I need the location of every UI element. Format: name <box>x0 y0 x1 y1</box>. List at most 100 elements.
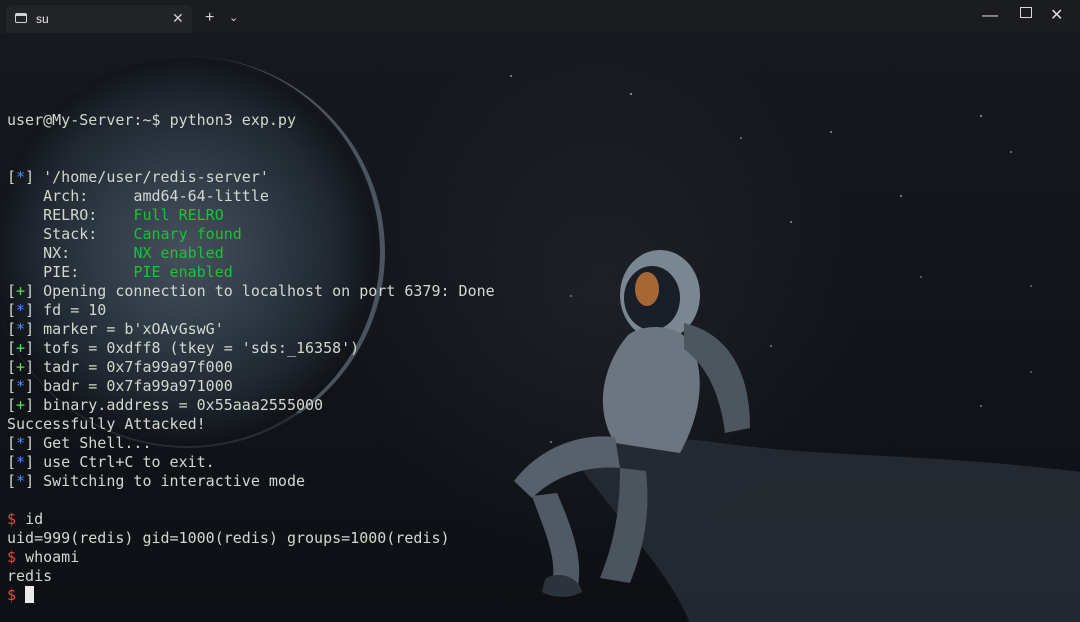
terminal-window: su ✕ + ⌄ — ✕ user@My-Server:~$ python3 e… <box>0 0 1080 622</box>
status-bracket-close: ] <box>25 339 44 357</box>
text-cursor[interactable] <box>25 586 35 603</box>
terminal-line: RELRO: Full RELRO <box>7 206 1067 225</box>
output-text: marker = b'xOAvGswG' <box>43 320 224 338</box>
terminal-line: PIE: PIE enabled <box>7 263 1067 282</box>
title-bar: su ✕ + ⌄ — ✕ <box>0 0 1080 33</box>
output-text: id <box>25 510 44 528</box>
minimize-button[interactable]: — <box>982 6 998 26</box>
terminal-line: [*] Switching to interactive mode <box>7 472 1067 491</box>
security-value: NX enabled <box>133 244 224 262</box>
output-text: use Ctrl+C to exit. <box>43 453 215 471</box>
status-bracket-close: ] <box>25 320 44 338</box>
security-label: PIE: <box>7 263 134 281</box>
tab-title: su <box>36 12 49 26</box>
terminal-line: [+] Opening connection to localhost on p… <box>7 282 1067 301</box>
security-value: Canary found <box>133 225 242 243</box>
status-marker: * <box>16 320 26 338</box>
status-bracket-close: ] <box>25 396 44 414</box>
status-bracket-open: [ <box>7 301 17 319</box>
close-icon[interactable]: ✕ <box>172 10 184 26</box>
status-bracket-close: ] <box>25 377 44 395</box>
terminal-line: [+] tadr = 0x7fa99a97f000 <box>7 358 1067 377</box>
output-text: tofs = 0xdff8 (tkey = 'sds:_16358') <box>43 339 360 357</box>
output-text: uid=999(redis) gid=1000(redis) groups=10… <box>7 529 450 547</box>
terminal-line: $ whoami <box>7 548 1067 567</box>
status-bracket-close: ] <box>25 301 44 319</box>
status-bracket-open: [ <box>7 453 17 471</box>
terminal-line: Stack: Canary found <box>7 225 1067 244</box>
shell-dollar: $ <box>7 548 26 566</box>
status-bracket-close: ] <box>25 168 44 186</box>
terminal-content[interactable]: user@My-Server:~$ python3 exp.py [*] '/h… <box>0 33 1080 622</box>
command-text: python3 exp.py <box>169 111 296 129</box>
terminal-line: [*] marker = b'xOAvGswG' <box>7 320 1067 339</box>
security-label: NX: <box>7 244 134 262</box>
output-text: whoami <box>25 548 80 566</box>
status-bracket-close: ] <box>25 282 44 300</box>
output-text: Arch: amd64-64-little <box>7 187 269 205</box>
terminal-line: [+] binary.address = 0x55aaa2555000 <box>7 396 1067 415</box>
terminal-line: Successfully Attacked! <box>7 415 1067 434</box>
output-text: '/home/user/redis-server' <box>43 168 269 186</box>
status-bracket-open: [ <box>7 377 17 395</box>
shell-prompt: user@My-Server:~$ <box>7 111 170 129</box>
output-text: Switching to interactive mode <box>43 472 306 490</box>
command-line: user@My-Server:~$ python3 exp.py <box>7 111 1067 130</box>
status-marker: * <box>16 472 26 490</box>
status-marker: * <box>16 301 26 319</box>
status-marker: + <box>16 339 26 357</box>
terminal-tab[interactable]: su ✕ <box>6 5 192 33</box>
terminal-icon <box>15 13 27 23</box>
output-text: tadr = 0x7fa99a97f000 <box>43 358 233 376</box>
output-text: redis <box>7 567 53 585</box>
status-bracket-close: ] <box>25 453 44 471</box>
terminal-line: [+] tofs = 0xdff8 (tkey = 'sds:_16358') <box>7 339 1067 358</box>
status-bracket-open: [ <box>7 282 17 300</box>
terminal-line: $ <box>7 586 1067 605</box>
status-bracket-open: [ <box>7 434 17 452</box>
security-value: PIE enabled <box>133 263 233 281</box>
status-marker: * <box>16 168 26 186</box>
new-tab-button[interactable]: + <box>205 8 214 28</box>
status-marker: * <box>16 377 26 395</box>
terminal-line: uid=999(redis) gid=1000(redis) groups=10… <box>7 529 1067 548</box>
status-marker: * <box>16 453 26 471</box>
terminal-line: [*] use Ctrl+C to exit. <box>7 453 1067 472</box>
window-close-button[interactable]: ✕ <box>1050 6 1063 26</box>
output-text: Get Shell... <box>43 434 152 452</box>
output-text: Opening connection to localhost on port … <box>43 282 495 300</box>
terminal-line: Arch: amd64-64-little <box>7 187 1067 206</box>
output-text: fd = 10 <box>43 301 107 319</box>
output-text: badr = 0x7fa99a971000 <box>43 377 233 395</box>
status-bracket-open: [ <box>7 472 17 490</box>
status-bracket-open: [ <box>7 168 17 186</box>
status-marker: * <box>16 434 26 452</box>
chevron-down-icon[interactable]: ⌄ <box>229 8 238 28</box>
maximize-button[interactable] <box>1020 7 1032 18</box>
security-label: RELRO: <box>7 206 134 224</box>
security-value: Full RELRO <box>133 206 224 224</box>
terminal-line: [*] '/home/user/redis-server' <box>7 168 1067 187</box>
shell-dollar: $ <box>7 510 26 528</box>
status-bracket-open: [ <box>7 396 17 414</box>
terminal-line: redis <box>7 567 1067 586</box>
terminal-line: NX: NX enabled <box>7 244 1067 263</box>
status-bracket-open: [ <box>7 358 17 376</box>
terminal-line: [*] fd = 10 <box>7 301 1067 320</box>
status-bracket-close: ] <box>25 472 44 490</box>
terminal-line: [*] badr = 0x7fa99a971000 <box>7 377 1067 396</box>
output-text: binary.address = 0x55aaa2555000 <box>43 396 324 414</box>
status-bracket-close: ] <box>25 434 44 452</box>
status-marker: + <box>16 358 26 376</box>
terminal-output: user@My-Server:~$ python3 exp.py [*] '/h… <box>7 73 1067 622</box>
status-bracket-open: [ <box>7 339 17 357</box>
status-bracket-open: [ <box>7 320 17 338</box>
terminal-line: $ id <box>7 510 1067 529</box>
status-bracket-close: ] <box>25 358 44 376</box>
output-text: Successfully Attacked! <box>7 415 206 433</box>
terminal-line: [*] Get Shell... <box>7 434 1067 453</box>
status-marker: + <box>16 282 26 300</box>
shell-dollar: $ <box>7 586 26 604</box>
status-marker: + <box>16 396 26 414</box>
